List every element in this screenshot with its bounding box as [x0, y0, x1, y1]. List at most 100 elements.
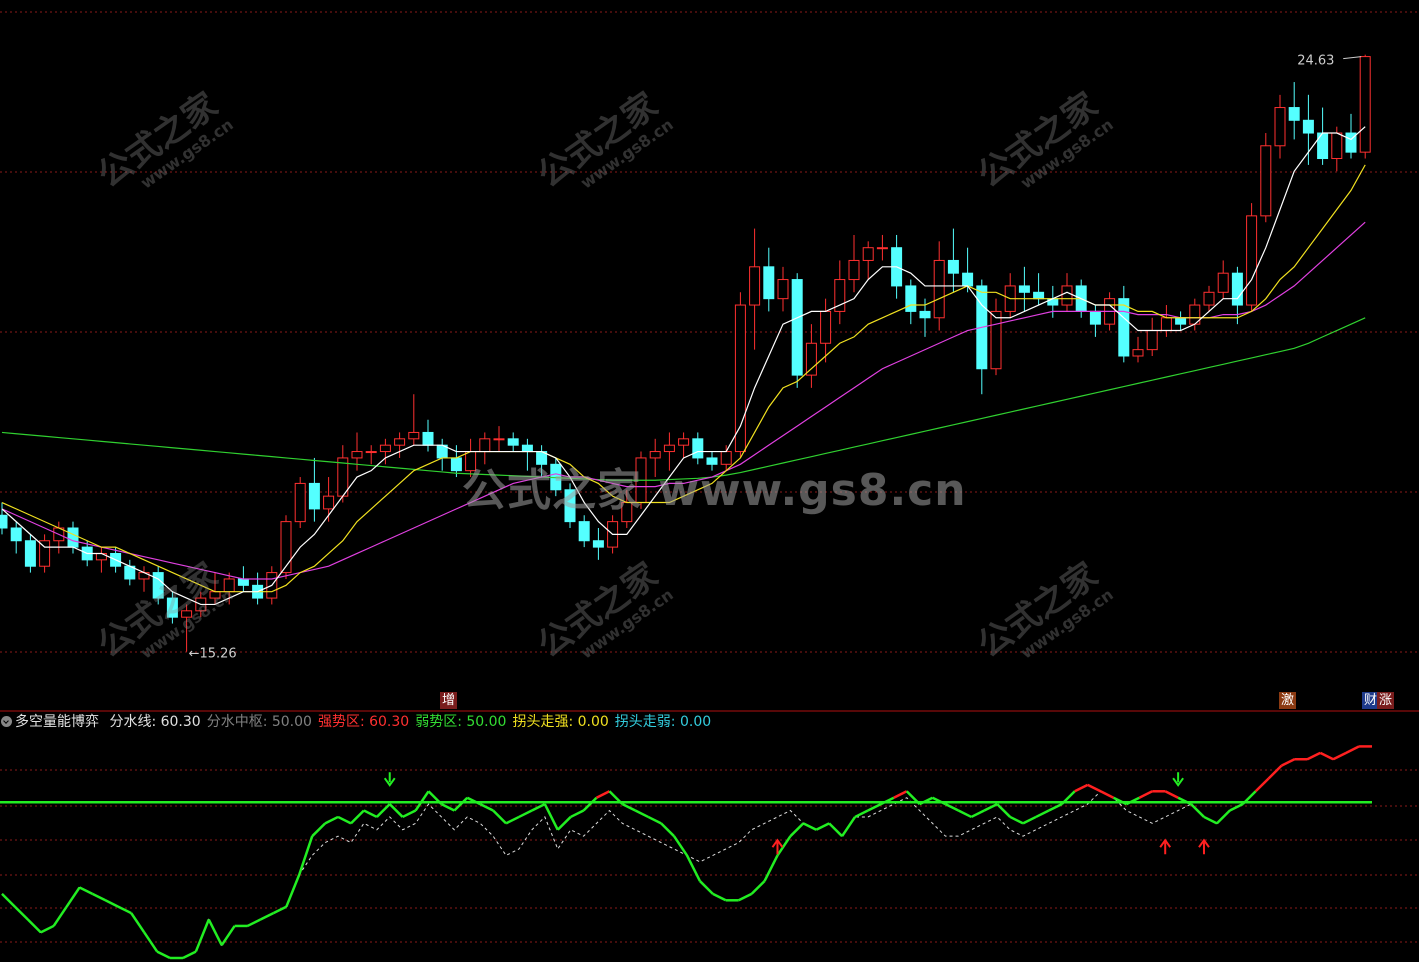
candle-body-90: [1274, 107, 1286, 147]
indicator-seg-84: [1087, 783, 1102, 793]
indicator-name: 多空量能博弈: [15, 714, 99, 730]
candle-body-48: [678, 438, 690, 446]
candle-body-23: [323, 495, 335, 510]
marker-zeng: 增: [440, 692, 458, 709]
indicator-seg-65: [841, 816, 857, 837]
candle-body-83: [1175, 317, 1187, 325]
indicator-seg-6: [78, 886, 94, 896]
indicator-seg-20: [259, 911, 274, 921]
indicator-seg-101: [1306, 751, 1321, 761]
indicator-seg-94: [1216, 809, 1231, 825]
candle-body-30: [422, 431, 434, 446]
candle-body-35: [493, 438, 505, 441]
indicator-seg-99: [1280, 758, 1296, 767]
legend-item-1: 分水中枢: 50.00: [206, 714, 312, 730]
candle-body-1: [10, 527, 22, 542]
candle-body-34: [479, 438, 491, 453]
indicator-header: 多空量能博弈 分水线: 60.30 分水中枢: 50.00 强势区: 60.30 弱势…: [0, 711, 1419, 733]
legend-item-5: 拐头走弱: 0.00: [614, 714, 712, 730]
up-arrow-1: [1159, 838, 1172, 855]
candle-body-73: [1033, 291, 1045, 300]
candle-body-92: [1302, 119, 1314, 134]
high-label-pointer: [1343, 56, 1362, 60]
indicator-seg-35: [453, 796, 469, 812]
indicator-seg-93: [1203, 815, 1218, 825]
candle-body-32: [450, 457, 462, 472]
indicator-seg-29: [375, 803, 391, 818]
candle-body-89: [1260, 145, 1272, 217]
indicator-seg-57: [738, 892, 753, 902]
candle-body-54: [763, 266, 775, 300]
marker-ji: 激: [1279, 692, 1297, 709]
candle-body-96: [1359, 56, 1371, 153]
indicator-seg-22: [285, 874, 301, 908]
candle-body-77: [1089, 310, 1101, 325]
high-price-label: 24.63: [1297, 54, 1334, 69]
watermark-main: 公式之家 www.gs8.cn: [462, 465, 967, 516]
indicator-seg-63: [815, 822, 830, 831]
indicator-seg-51: [660, 822, 675, 838]
indicator-seg-27: [350, 809, 365, 825]
indicator-seg-41: [531, 802, 546, 812]
legend-item-0: 分水线: 60.30: [109, 714, 201, 730]
indicator-seg-78: [1009, 815, 1024, 825]
candle-body-42: [592, 540, 604, 548]
candle-body-27: [379, 444, 391, 453]
candle-body-20: [280, 521, 292, 574]
indicator-seg-44: [570, 809, 585, 819]
candle-body-85: [1203, 291, 1215, 306]
indicator-seg-88: [1138, 790, 1153, 799]
indicator-seg-58: [750, 880, 766, 895]
candle-body-36: [507, 438, 519, 446]
candle-body-64: [905, 285, 917, 312]
candle-body-26: [365, 451, 377, 454]
indicator-seg-12: [156, 950, 171, 960]
indicator-seg-73: [944, 802, 959, 812]
indicator-seg-40: [518, 809, 533, 819]
indicator-seg-17: [220, 925, 236, 946]
indicator-seg-79: [1022, 815, 1037, 825]
indicator-seg-60: [776, 835, 792, 857]
indicator-seg-64: [828, 822, 843, 838]
candle-body-0: [0, 514, 8, 529]
indicator-seg-25: [324, 815, 339, 825]
candle-body-91: [1288, 107, 1300, 121]
indicator-seg-103: [1332, 751, 1347, 761]
indicator-seg-92: [1190, 803, 1205, 818]
up-arrow-2: [1198, 838, 1210, 855]
indicator-seg-50: [647, 815, 662, 825]
candle-body-5: [67, 527, 79, 548]
indicator-seg-75: [970, 809, 985, 819]
indicator-seg-67: [867, 802, 882, 812]
candle-body-47: [663, 444, 675, 453]
indicator-seg-19: [247, 918, 262, 928]
indicator-seg-7: [91, 892, 106, 902]
legend-item-2: 强势区: 60.30: [317, 714, 410, 730]
indicator-seg-8: [104, 899, 119, 908]
indicator-seg-24: [311, 822, 326, 838]
indicator-seg-49: [634, 809, 649, 819]
candle-body-2: [24, 540, 36, 567]
indicator-seg-90: [1164, 790, 1179, 799]
indicator-seg-69: [893, 790, 908, 799]
indicator-seg-1: [14, 905, 29, 921]
candle-body-41: [578, 521, 590, 542]
indicator-seg-10: [130, 912, 146, 934]
candle-body-67: [947, 259, 959, 274]
indicator-seg-26: [337, 815, 352, 825]
indicator-seg-15: [194, 919, 210, 953]
indicator-seg-97: [1254, 777, 1270, 793]
indicator-seg-77: [996, 803, 1011, 818]
indicator-seg-53: [685, 854, 702, 882]
candle-body-29: [408, 431, 420, 440]
indicator-white-line: [1, 745, 1372, 959]
indicator-seg-104: [1345, 745, 1360, 754]
indicator-seg-45: [582, 796, 598, 812]
indicator-seg-31: [402, 809, 417, 819]
marker-zhang: 涨: [1377, 692, 1395, 709]
candle-body-28: [394, 438, 406, 446]
collapse-chevron-icon[interactable]: [1, 716, 12, 727]
indicator-seg-81: [1048, 802, 1063, 812]
candle-body-81: [1146, 330, 1158, 351]
candle-body-94: [1331, 132, 1343, 160]
